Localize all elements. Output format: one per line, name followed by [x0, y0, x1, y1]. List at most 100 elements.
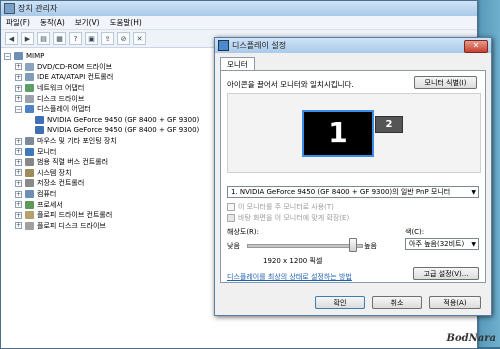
tree-node-label: 시스템 장치	[37, 168, 72, 177]
menu-action[interactable]: 동작(A)	[35, 17, 70, 28]
expand-icon[interactable]: +	[15, 137, 22, 145]
menu-view[interactable]: 보기(V)	[70, 17, 105, 28]
display-settings-dialog: 디스플레이 설정 ✕ 모니터 아이콘을 끌어서 모니터와 일치시킵니다. 모니터…	[214, 37, 492, 316]
tree-node-label: IDE ATA/ATAPI 컨트롤러	[37, 73, 114, 82]
dialog-titlebar[interactable]: 디스플레이 설정	[215, 38, 491, 53]
ok-button[interactable]: 확인	[315, 296, 365, 309]
menu-help[interactable]: 도움말(H)	[105, 17, 147, 28]
expand-icon[interactable]: +	[15, 222, 22, 230]
apply-button[interactable]: 적용(A)	[429, 296, 481, 309]
tree-node-label: 마우스 및 기타 포인팅 장치	[37, 137, 117, 146]
tree-child-label: NVIDIA GeForce 9450 (GF 8400 + GF 9300)	[47, 115, 200, 124]
device-category-icon	[25, 62, 34, 71]
forward-icon[interactable]: ▶	[21, 32, 34, 45]
watermark-logo: BodNara	[446, 333, 496, 344]
device-category-icon	[25, 147, 34, 156]
device-category-icon	[25, 73, 34, 82]
color-depth-value: 아주 높음(32비트)	[409, 240, 465, 248]
monitor-layout-area: 1 2	[227, 93, 481, 173]
device-category-icon	[25, 179, 34, 188]
resolution-label: 해상도(R):	[227, 228, 260, 236]
expand-icon[interactable]: +	[15, 95, 22, 103]
color-label: 색(C):	[405, 228, 425, 236]
expand-icon[interactable]: +	[15, 179, 22, 187]
refresh-icon[interactable]: ▦	[53, 32, 66, 45]
tree-node-label: 모니터	[37, 147, 57, 156]
color-depth-select[interactable]: 아주 높음(32비트) ▼	[405, 238, 479, 250]
tree-child-label: NVIDIA GeForce 9450 (GF 8400 + GF 9300)	[47, 126, 200, 135]
monitor-2-number: 2	[385, 119, 393, 130]
tree-node-label: 디스플레이 어댑터	[37, 105, 91, 114]
device-category-icon	[25, 137, 34, 146]
expand-icon[interactable]: +	[15, 73, 22, 81]
monitor-panel: 아이콘을 끌어서 모니터와 일치시킵니다. 모니터 식별(I) 1 2 1. N…	[220, 70, 486, 283]
display-adapter-icon	[35, 126, 44, 135]
tree-node-label: 플로피 디스크 드라이브	[37, 221, 106, 230]
expand-icon[interactable]: +	[15, 190, 22, 198]
tree-node-label: 디스크 드라이브	[37, 94, 85, 103]
scan-hardware-icon[interactable]: ▣	[85, 32, 98, 45]
window-title: 장치 관리자	[18, 4, 58, 13]
expand-icon[interactable]: +	[15, 169, 22, 177]
device-category-icon	[25, 211, 34, 220]
resolution-value: 1920 x 1200 픽셀	[263, 257, 323, 265]
chevron-down-icon: ▼	[471, 189, 476, 196]
device-category-icon	[25, 190, 34, 199]
extend-desktop-checkbox[interactable]: 바탕 화면을 이 모니터에 맞게 확장(E)	[227, 213, 349, 223]
help-link[interactable]: 디스플레이를 최상의 상태로 설정하는 방법	[227, 272, 352, 282]
display-icon	[218, 40, 229, 51]
device-manager-titlebar[interactable]: 장치 관리자	[1, 1, 477, 16]
monitor-1[interactable]: 1	[302, 110, 374, 157]
collapse-icon[interactable]: −	[15, 105, 22, 113]
monitor-select-value: 1. NVIDIA GeForce 9450 (GF 8400 + GF 930…	[231, 188, 451, 196]
computer-icon	[14, 52, 23, 61]
help-icon[interactable]: ?	[69, 32, 82, 45]
device-category-icon	[25, 200, 34, 209]
tree-node-label: 범용 직렬 버스 컨트롤러	[37, 158, 109, 167]
device-manager-icon	[4, 3, 15, 14]
resolution-slider-track[interactable]	[247, 244, 363, 248]
collapse-icon[interactable]: −	[4, 52, 11, 60]
slider-low-label: 낮음	[227, 242, 240, 250]
menu-file[interactable]: 파일(F)	[1, 17, 35, 28]
expand-icon[interactable]: +	[15, 148, 22, 156]
checkbox-icon	[227, 203, 235, 211]
uninstall-icon[interactable]: ✕	[133, 32, 146, 45]
tree-node-label: 저장소 컨트롤러	[37, 179, 85, 188]
update-driver-icon[interactable]: ⇪	[101, 32, 114, 45]
monitor-select[interactable]: 1. NVIDIA GeForce 9450 (GF 8400 + GF 930…	[227, 186, 479, 198]
back-icon[interactable]: ◀	[5, 32, 18, 45]
primary-monitor-checkbox[interactable]: 이 모니터를 주 모니터로 사용(T)	[227, 202, 334, 212]
menu-bar: 파일(F) 동작(A) 보기(V) 도움말(H)	[1, 16, 477, 30]
expand-icon[interactable]: +	[15, 84, 22, 92]
disable-icon[interactable]: ⊘	[117, 32, 130, 45]
resolution-slider-thumb[interactable]	[349, 238, 357, 252]
root-label: MIMP	[26, 52, 45, 61]
tree-node-label: 네트워크 어댑터	[37, 84, 85, 93]
device-category-icon	[25, 84, 34, 93]
slider-high-label: 높음	[364, 242, 377, 250]
expand-icon[interactable]: +	[15, 63, 22, 71]
identify-monitors-button[interactable]: 모니터 식별(I)	[414, 76, 477, 89]
expand-icon[interactable]: +	[15, 211, 22, 219]
close-icon[interactable]: ✕	[464, 40, 488, 53]
monitor-2[interactable]: 2	[375, 116, 403, 133]
tab-monitor[interactable]: 모니터	[220, 57, 255, 71]
device-category-icon	[25, 168, 34, 177]
monitor-1-number: 1	[328, 116, 348, 149]
properties-icon[interactable]: ▤	[37, 32, 50, 45]
cancel-button[interactable]: 취소	[372, 296, 422, 309]
instruction-text: 아이콘을 끌어서 모니터와 일치시킵니다.	[227, 80, 354, 89]
extend-desktop-label: 바탕 화면을 이 모니터에 맞게 확장(E)	[238, 214, 350, 222]
expand-icon[interactable]: +	[15, 158, 22, 166]
advanced-settings-button[interactable]: 고급 설정(V)...	[413, 267, 479, 280]
checkbox-checked-icon	[227, 214, 235, 222]
expand-icon[interactable]: +	[15, 201, 22, 209]
primary-monitor-label: 이 모니터를 주 모니터로 사용(T)	[238, 203, 334, 211]
tree-node-label: 컴퓨터	[37, 190, 57, 199]
tree-node-label: DVD/CD-ROM 드라이브	[37, 62, 113, 71]
device-category-icon	[25, 94, 34, 103]
chevron-down-icon: ▼	[471, 241, 476, 248]
dialog-title: 디스플레이 설정	[232, 41, 287, 50]
device-category-icon	[25, 221, 34, 230]
